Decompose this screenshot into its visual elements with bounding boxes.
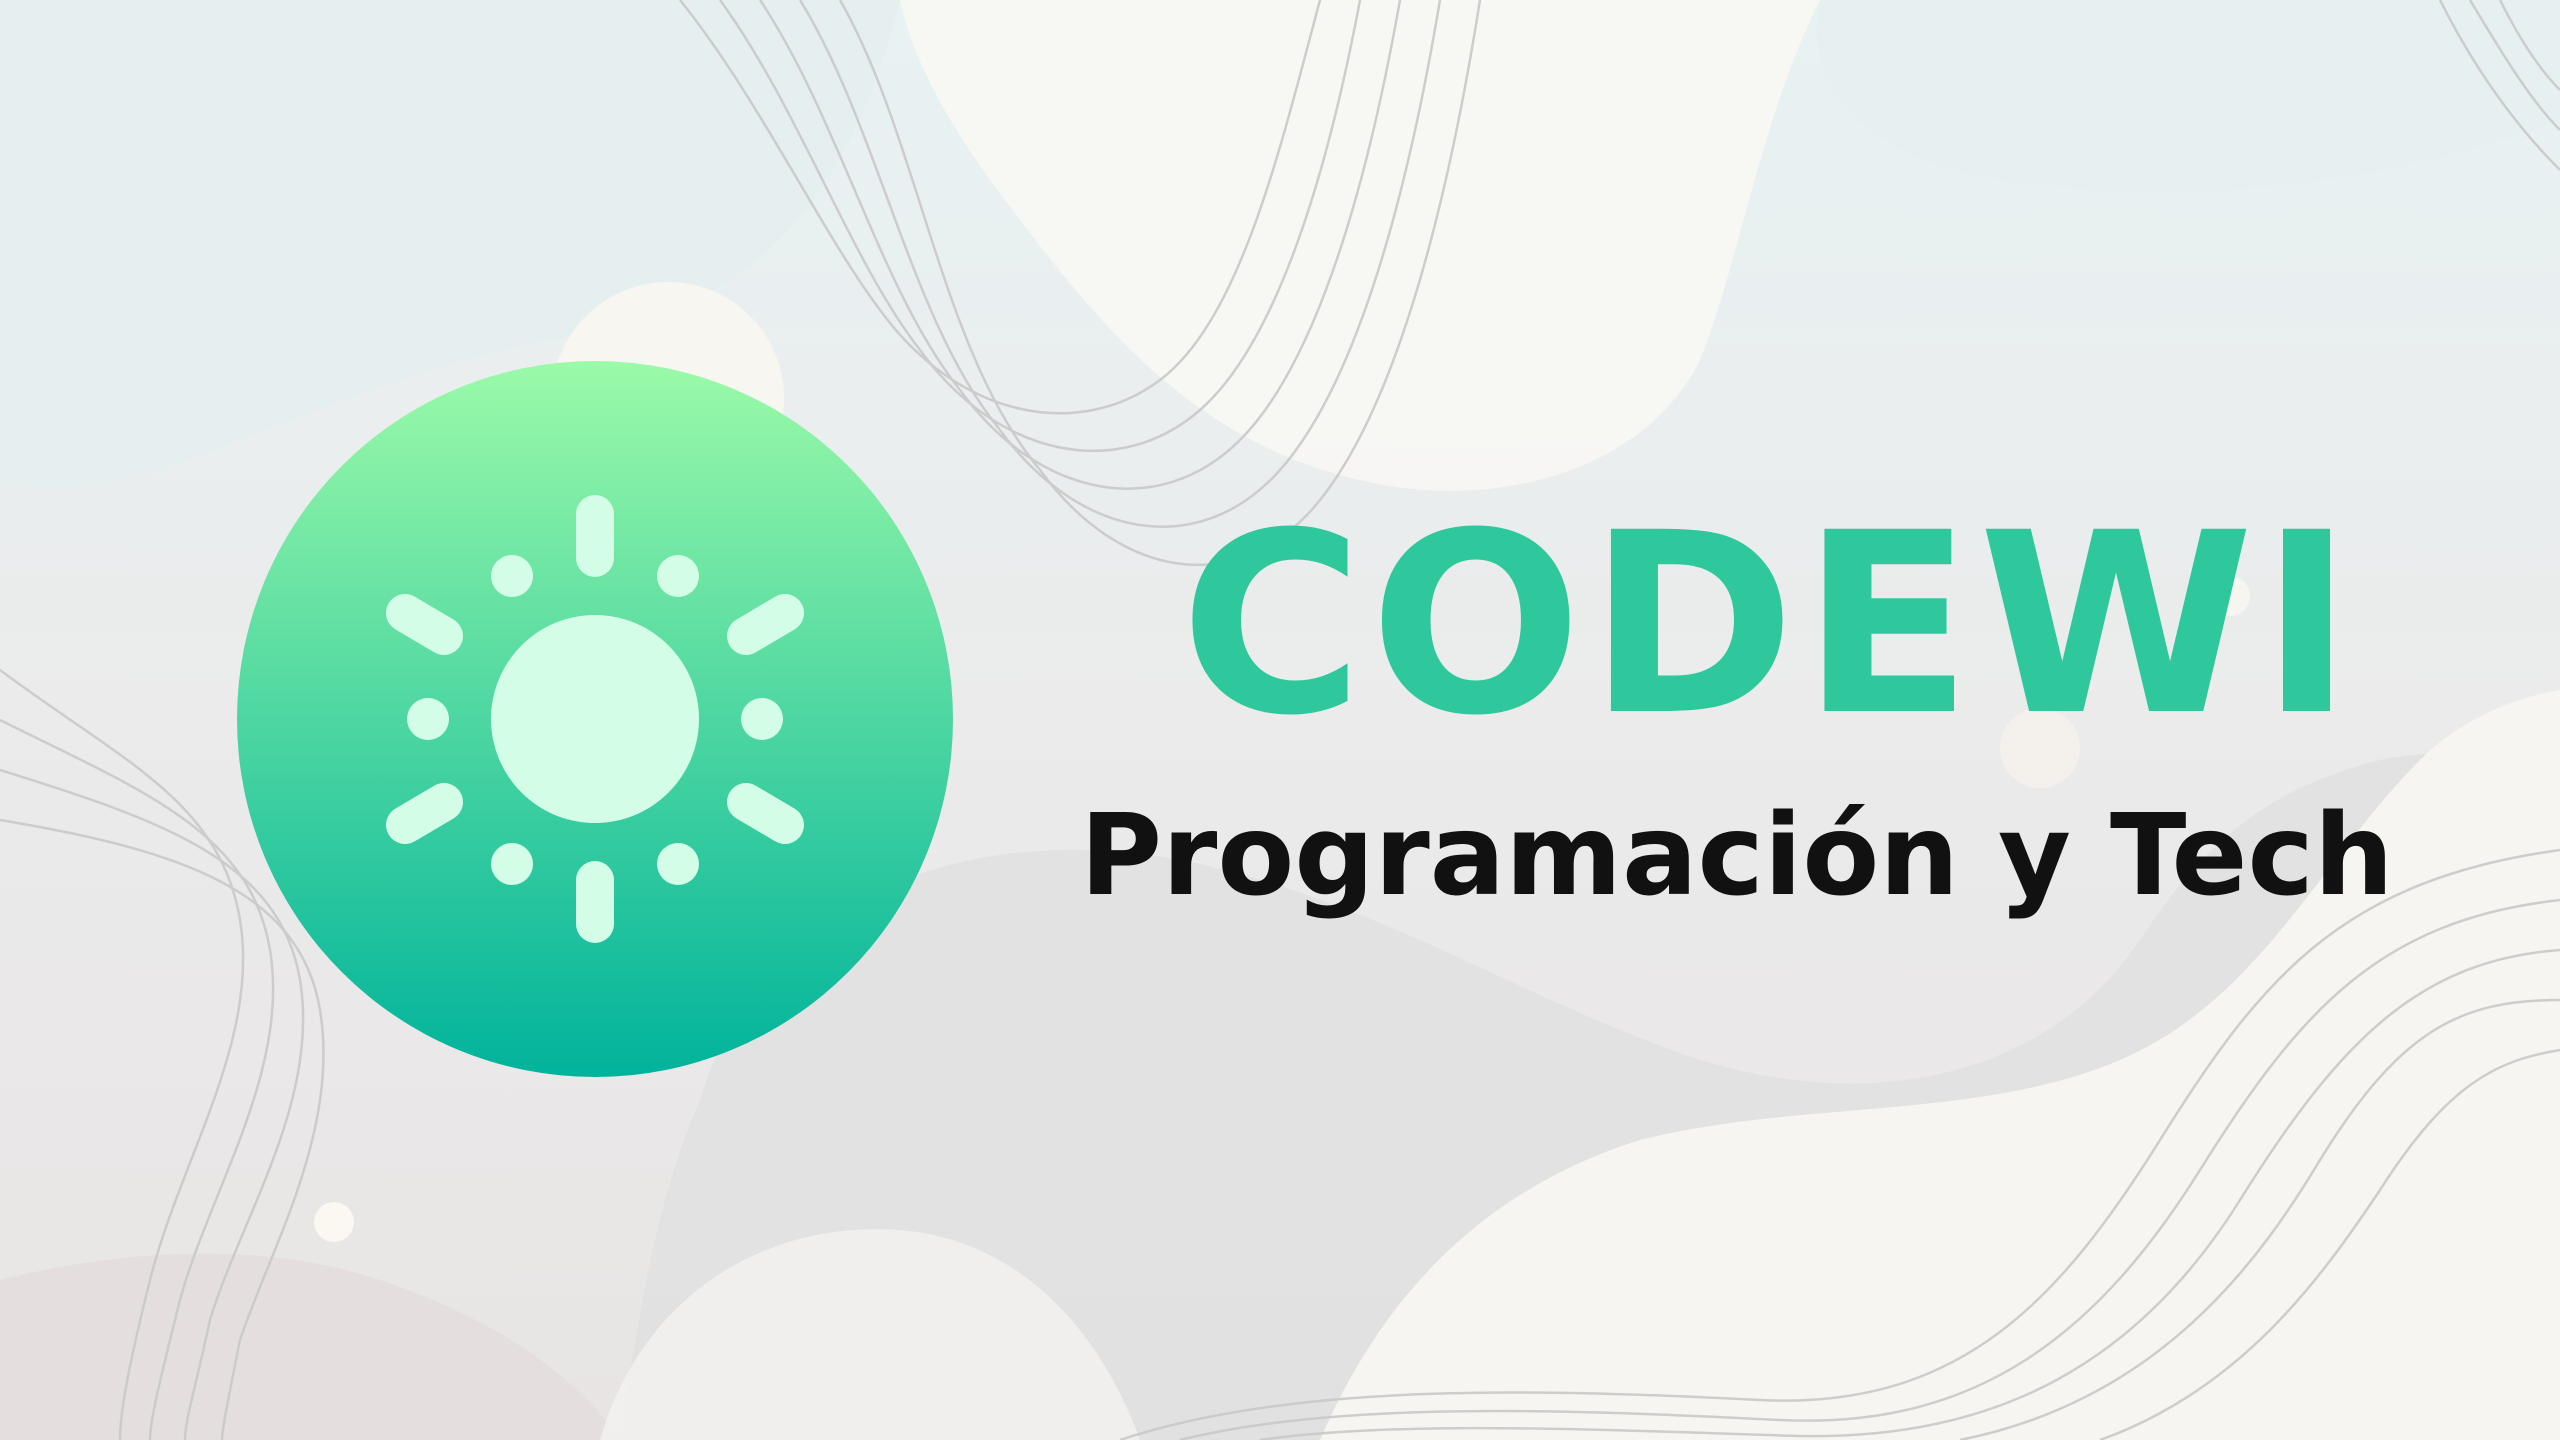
sun-dot-1 bbox=[491, 555, 533, 597]
sun-core bbox=[491, 615, 699, 823]
sun-dot-4 bbox=[741, 698, 783, 740]
sun-dot-3 bbox=[407, 698, 449, 740]
sun-ray-lower-right bbox=[727, 783, 804, 844]
banner: CODEWI Programación y Tech bbox=[0, 0, 2560, 1440]
sun-ray-lower-left bbox=[386, 783, 463, 844]
logo bbox=[236, 360, 954, 1078]
bubble-small-left bbox=[314, 1202, 354, 1242]
sun-dot-5 bbox=[491, 843, 533, 885]
sun-dot-2 bbox=[657, 555, 699, 597]
sun-dot-6 bbox=[657, 843, 699, 885]
brand-title: CODEWI bbox=[1180, 479, 2360, 770]
logo-graphic bbox=[237, 361, 953, 1077]
sun-ray-upper-left bbox=[386, 594, 463, 655]
brand-tagline: Programación y Tech bbox=[1080, 791, 2394, 921]
sun-ray-upper-right bbox=[727, 594, 804, 655]
